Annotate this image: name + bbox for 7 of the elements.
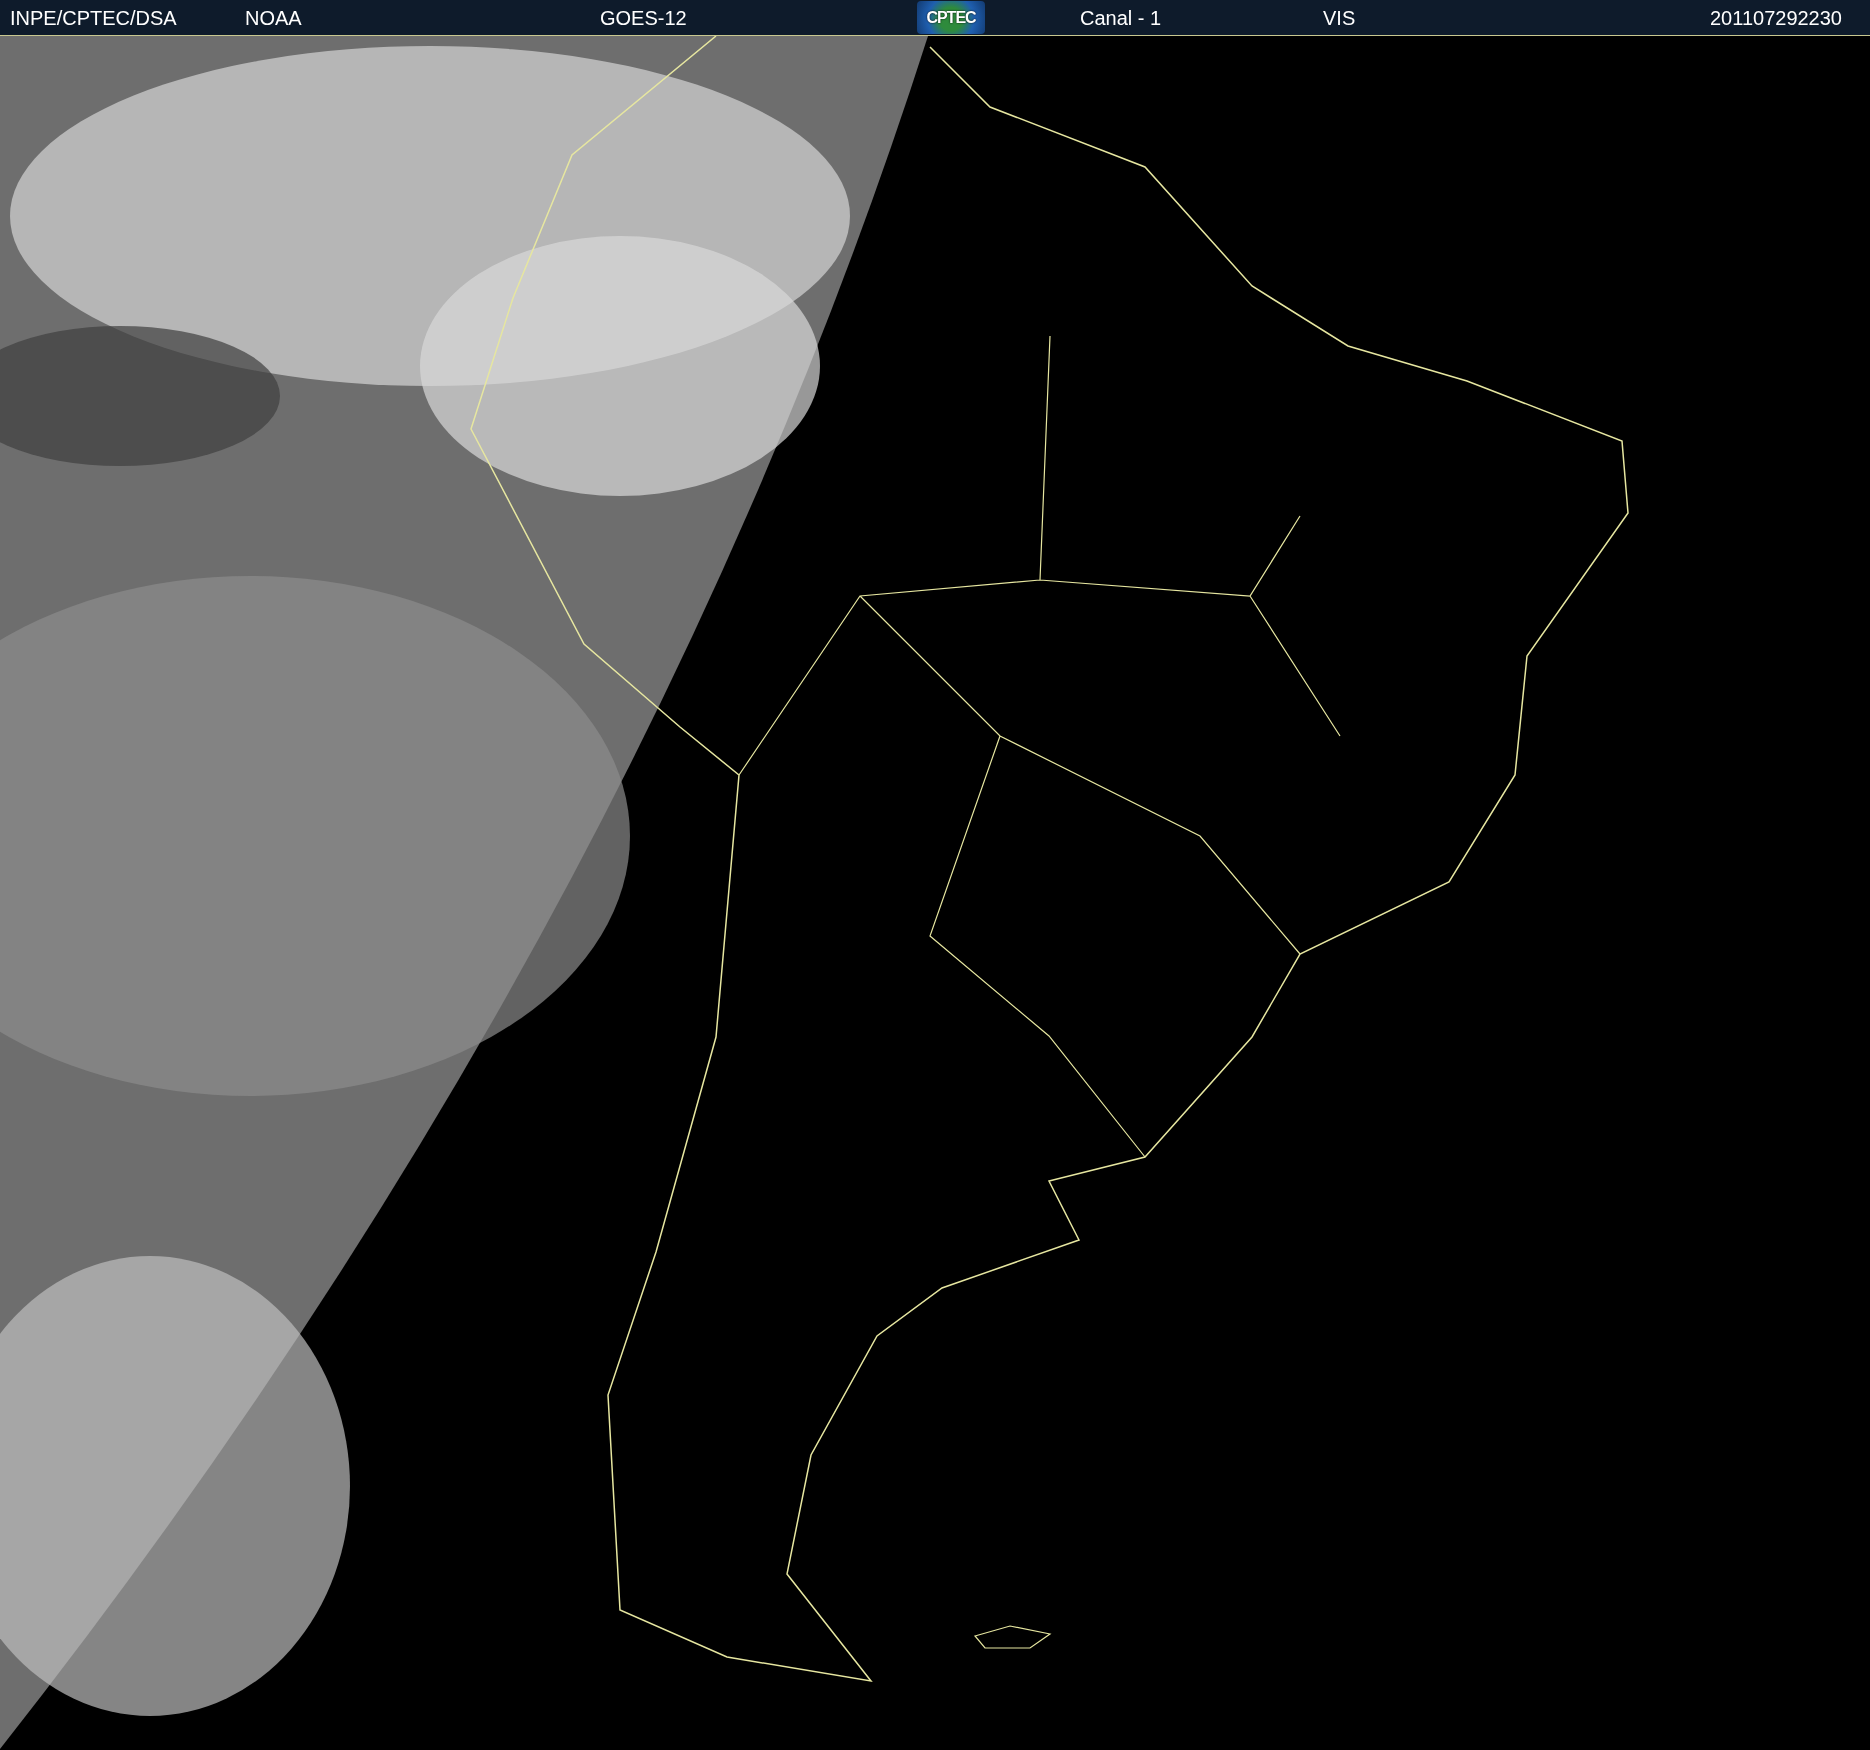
timestamp: 201107292230 — [1710, 6, 1843, 29]
channel-label: Canal - 1 — [1080, 6, 1163, 29]
source-label: INPE/CPTEC/DSA — [10, 6, 178, 29]
satellite-label: GOES-12 — [600, 6, 688, 29]
logo: CPTEC — [917, 1, 985, 34]
agency-label: NOAA — [245, 6, 303, 29]
band-label: VIS — [1323, 6, 1357, 29]
